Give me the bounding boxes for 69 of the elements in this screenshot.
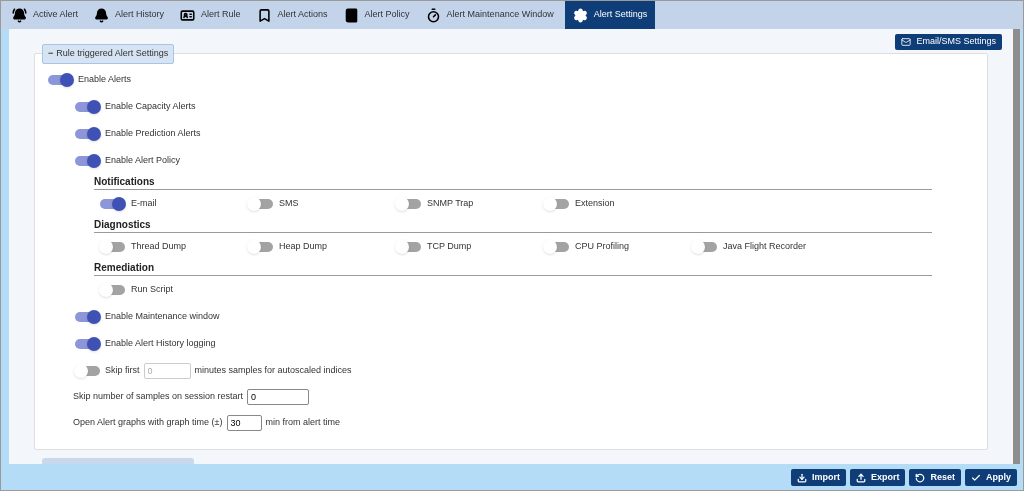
book-icon <box>343 7 359 23</box>
toggle-label: Java Flight Recorder <box>723 239 807 253</box>
toggle-switch[interactable] <box>247 239 274 254</box>
email-sms-settings-button[interactable]: Email/SMS Settings <box>895 34 1002 50</box>
tab[interactable]: Alert Policy <box>338 1 415 29</box>
toggle-label: CPU Profiling <box>575 239 630 253</box>
toggle-switch[interactable] <box>395 239 422 254</box>
field-label: Skip number of samples on session restart <box>73 390 244 404</box>
toggle-switch[interactable] <box>74 153 101 168</box>
toggle-label: SNMP Trap <box>427 196 474 210</box>
toggle-switch[interactable] <box>74 336 101 351</box>
upload-icon <box>855 472 866 483</box>
toggle-switch[interactable] <box>99 196 126 211</box>
tab[interactable]: Alert Maintenance Window <box>420 1 559 29</box>
input-field[interactable]: 30 <box>226 415 262 431</box>
toggle-switch[interactable] <box>395 196 422 211</box>
toggle-switch[interactable] <box>247 196 274 211</box>
scrollbar[interactable] <box>1013 29 1020 464</box>
toggle-label: Enable Alert Policy <box>105 153 181 167</box>
section-heading: Notifications <box>94 175 156 189</box>
footer-button[interactable]: Import <box>790 469 846 486</box>
toggle-label: Enable Prediction Alerts <box>105 126 201 140</box>
input-field[interactable]: 0 <box>247 389 310 405</box>
toggle-label: Extension <box>575 196 615 210</box>
toggle-label: Heap Dump <box>279 239 328 253</box>
download-icon <box>796 472 807 483</box>
toggle-switch[interactable] <box>74 99 101 114</box>
tab[interactable]: Alert Settings <box>564 1 656 29</box>
toggle-label: Enable Capacity Alerts <box>105 99 196 113</box>
toggle-switch[interactable] <box>74 309 101 324</box>
check-icon <box>971 472 981 483</box>
section-heading: Remediation <box>94 261 155 275</box>
id-card-icon <box>180 7 196 23</box>
tab[interactable]: Alert History <box>89 1 170 29</box>
field-label: Skip first <box>105 363 140 377</box>
toggle-switch[interactable] <box>691 239 718 254</box>
toggle-label: Thread Dump <box>131 239 187 253</box>
field-label: Open Alert graphs with graph time (±) <box>73 416 223 430</box>
field-label: min from alert time <box>265 416 341 430</box>
toggle-switch[interactable] <box>99 282 126 297</box>
toggle-switch[interactable] <box>74 126 101 141</box>
toggle-label: Enable Alerts <box>78 72 132 86</box>
tab[interactable]: Alert Rule <box>175 1 246 29</box>
toggle-switch[interactable] <box>543 196 570 211</box>
bell-icon <box>12 7 27 23</box>
toggle-label: E-mail <box>131 196 157 210</box>
tab[interactable]: Alert Actions <box>251 1 333 29</box>
toggle-switch[interactable] <box>99 239 126 254</box>
settings-icon <box>572 7 588 23</box>
bell-icon <box>94 7 110 23</box>
mail-icon <box>901 37 912 47</box>
toggle-switch[interactable] <box>543 239 570 254</box>
toggle-label: SMS <box>279 196 299 210</box>
footer-button[interactable]: Reset <box>909 469 961 486</box>
field-label: minutes samples for autoscaled indices <box>194 363 352 377</box>
toggle-label: Run Script <box>131 282 174 296</box>
toggle-label: Enable Alert History logging <box>105 336 216 350</box>
footer-button[interactable]: Apply <box>965 469 1017 486</box>
section-legend[interactable]: − Rule triggered Alert Settings <box>42 44 175 64</box>
bookmark-icon <box>256 7 272 23</box>
footer-button[interactable]: Export <box>849 469 906 486</box>
reset-icon <box>915 472 926 483</box>
tab[interactable]: Active Alert <box>7 1 84 29</box>
toggle-switch[interactable] <box>74 363 101 378</box>
section-heading: Diagnostics <box>94 218 152 232</box>
toggle-label: Enable Maintenance window <box>105 309 220 323</box>
timer-icon <box>425 7 441 23</box>
toggle-label: TCP Dump <box>427 239 472 253</box>
toggle-switch[interactable] <box>47 72 74 87</box>
